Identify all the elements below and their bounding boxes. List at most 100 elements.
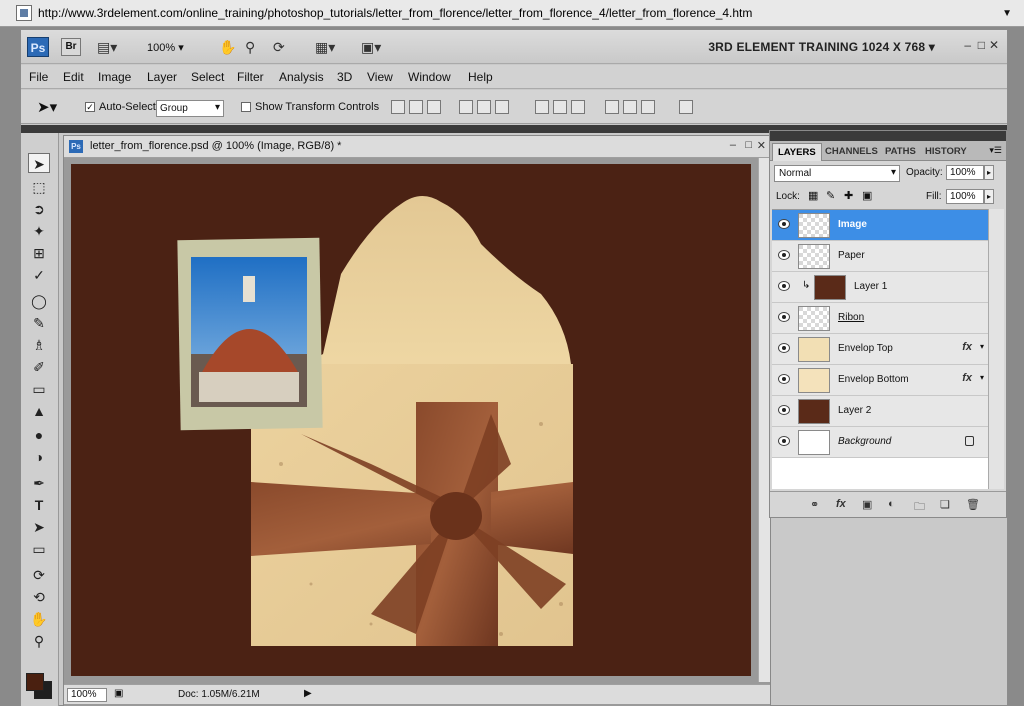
lasso-tool-icon[interactable]: ➲ (28, 199, 50, 219)
fill-slider-icon[interactable]: ▸ (984, 189, 994, 204)
layer-row-paper[interactable]: Paper (772, 241, 988, 272)
auto-select-checkbox[interactable]: ✓ (85, 102, 95, 112)
menu-image[interactable]: Image (98, 70, 131, 84)
visibility-eye-icon[interactable] (778, 219, 790, 229)
3d-rotate-tool-icon[interactable]: ⟳ (28, 565, 50, 585)
menu-view[interactable]: View (367, 70, 393, 84)
document-tab[interactable]: Ps letter_from_florence.psd @ 100% (Imag… (64, 136, 770, 158)
minimize-icon[interactable]: – (964, 38, 971, 52)
dodge-tool-icon[interactable]: ◑ (28, 447, 50, 467)
tab-layers[interactable]: LAYERS (772, 143, 822, 161)
pen-tool-icon[interactable]: ✒ (28, 473, 50, 493)
layer-row-image[interactable]: Image (772, 210, 988, 241)
url-field[interactable]: http://www.3rdelement.com/online_trainin… (38, 6, 752, 20)
clone-stamp-tool-icon[interactable]: ♗ (28, 335, 50, 355)
visibility-eye-icon[interactable] (778, 405, 790, 415)
align-right-icon[interactable] (495, 100, 509, 114)
path-selection-tool-icon[interactable]: ➤ (28, 517, 50, 537)
new-layer-icon[interactable]: ❏ (940, 498, 950, 511)
zoom-tool-icon[interactable]: ⚲ (245, 39, 255, 55)
auto-select-dropdown[interactable]: Group (156, 100, 224, 117)
distribute-left-icon[interactable] (605, 100, 619, 114)
rectangle-tool-icon[interactable]: ▭ (28, 539, 50, 559)
layer-effects-icon[interactable]: fx (962, 341, 972, 353)
layer-row-envelop-top[interactable]: Envelop Top fx ▾ (772, 334, 988, 365)
doc-minimize-icon[interactable]: – (730, 139, 736, 151)
layer-row-background[interactable]: Background (772, 427, 988, 458)
add-mask-icon[interactable]: ▣ (862, 498, 872, 511)
history-brush-tool-icon[interactable]: ✐ (28, 357, 50, 377)
status-menu-arrow-icon[interactable]: ▶ (304, 688, 312, 699)
adjustment-layer-icon[interactable]: ◐ (888, 498, 895, 510)
align-top-icon[interactable] (391, 100, 405, 114)
expand-effects-icon[interactable]: ▾ (980, 342, 984, 351)
lock-all-icon[interactable]: ▣ (862, 189, 872, 202)
zoom-tool-icon[interactable]: ⚲ (28, 631, 50, 651)
brush-tool-icon[interactable]: ✎ (28, 313, 50, 333)
eraser-tool-icon[interactable]: ▭ (28, 379, 50, 399)
menu-window[interactable]: Window (408, 70, 451, 84)
status-preview-icon[interactable]: ▣ (114, 688, 123, 699)
tab-paths[interactable]: PATHS (880, 143, 921, 161)
menu-layer[interactable]: Layer (147, 70, 177, 84)
hand-tool-icon[interactable]: ✋ (28, 609, 50, 629)
blend-mode-dropdown[interactable]: Normal (774, 165, 900, 182)
opacity-field[interactable]: 100% (946, 165, 984, 180)
workspace-switcher[interactable]: 3RD ELEMENT TRAINING 1024 X 768 ▾ (708, 40, 935, 54)
align-left-icon[interactable] (459, 100, 473, 114)
canvas[interactable] (71, 164, 751, 676)
hand-tool-icon[interactable]: ✋ (219, 39, 236, 55)
layer-row-envelop-bottom[interactable]: Envelop Bottom fx ▾ (772, 365, 988, 396)
panel-collapse-bar[interactable] (770, 131, 1006, 141)
add-layer-style-icon[interactable]: fx (836, 498, 846, 510)
bridge-button[interactable]: Br (61, 38, 81, 56)
distribute-bottom-icon[interactable] (571, 100, 585, 114)
visibility-eye-icon[interactable] (778, 250, 790, 260)
menu-edit[interactable]: Edit (63, 70, 84, 84)
move-tool-preset-icon[interactable]: ➤▾ (37, 98, 57, 116)
blur-tool-icon[interactable]: ● (28, 425, 50, 445)
menu-analysis[interactable]: Analysis (279, 70, 324, 84)
doc-maximize-icon[interactable]: □ (745, 139, 752, 151)
distribute-hcenter-icon[interactable] (623, 100, 637, 114)
url-dropdown-icon[interactable]: ▼ (1002, 8, 1012, 19)
align-bottom-icon[interactable] (427, 100, 441, 114)
new-group-icon[interactable]: 🗀 (914, 498, 925, 517)
distribute-right-icon[interactable] (641, 100, 655, 114)
distribute-vcenter-icon[interactable] (553, 100, 567, 114)
foreground-color-swatch[interactable] (26, 673, 44, 691)
fill-field[interactable]: 100% (946, 189, 984, 204)
menu-select[interactable]: Select (191, 70, 224, 84)
opacity-slider-icon[interactable]: ▸ (984, 165, 994, 180)
expand-effects-icon[interactable]: ▾ (980, 373, 984, 382)
layer-row-layer-2[interactable]: Layer 2 (772, 396, 988, 427)
menu-3d[interactable]: 3D (337, 70, 352, 84)
layers-scrollbar[interactable] (988, 209, 1004, 489)
paint-bucket-tool-icon[interactable]: ▲ (28, 401, 50, 421)
visibility-eye-icon[interactable] (778, 281, 790, 291)
3d-orbit-tool-icon[interactable]: ⟲ (28, 587, 50, 607)
align-hcenter-icon[interactable] (477, 100, 491, 114)
magic-wand-tool-icon[interactable]: ✦ (28, 221, 50, 241)
layer-row-layer-1[interactable]: ↳ Layer 1 (772, 272, 988, 303)
menu-file[interactable]: File (29, 70, 48, 84)
visibility-eye-icon[interactable] (778, 343, 790, 353)
menu-filter[interactable]: Filter (237, 70, 264, 84)
lock-position-icon[interactable]: ✚ (844, 189, 853, 202)
auto-align-icon[interactable] (679, 100, 693, 114)
arrange-documents-icon[interactable]: ▦▾ (315, 39, 335, 55)
doc-close-icon[interactable]: ✕ (757, 139, 766, 152)
view-extras-icon[interactable]: ▤▾ (97, 39, 117, 55)
delete-layer-icon[interactable]: 🗑 (966, 498, 980, 511)
screen-mode-icon[interactable]: ▣▾ (361, 39, 381, 55)
maximize-icon[interactable]: □ (978, 38, 985, 52)
type-tool-icon[interactable]: T (28, 495, 50, 515)
visibility-eye-icon[interactable] (778, 436, 790, 446)
link-layers-icon[interactable]: ⚭ (810, 498, 819, 511)
layer-effects-icon[interactable]: fx (962, 372, 972, 384)
crop-tool-icon[interactable]: ⊞ (28, 243, 50, 263)
distribute-top-icon[interactable] (535, 100, 549, 114)
visibility-eye-icon[interactable] (778, 312, 790, 322)
lock-transparency-icon[interactable]: ▦ (808, 189, 818, 202)
eyedropper-tool-icon[interactable]: ✓ (28, 265, 50, 285)
